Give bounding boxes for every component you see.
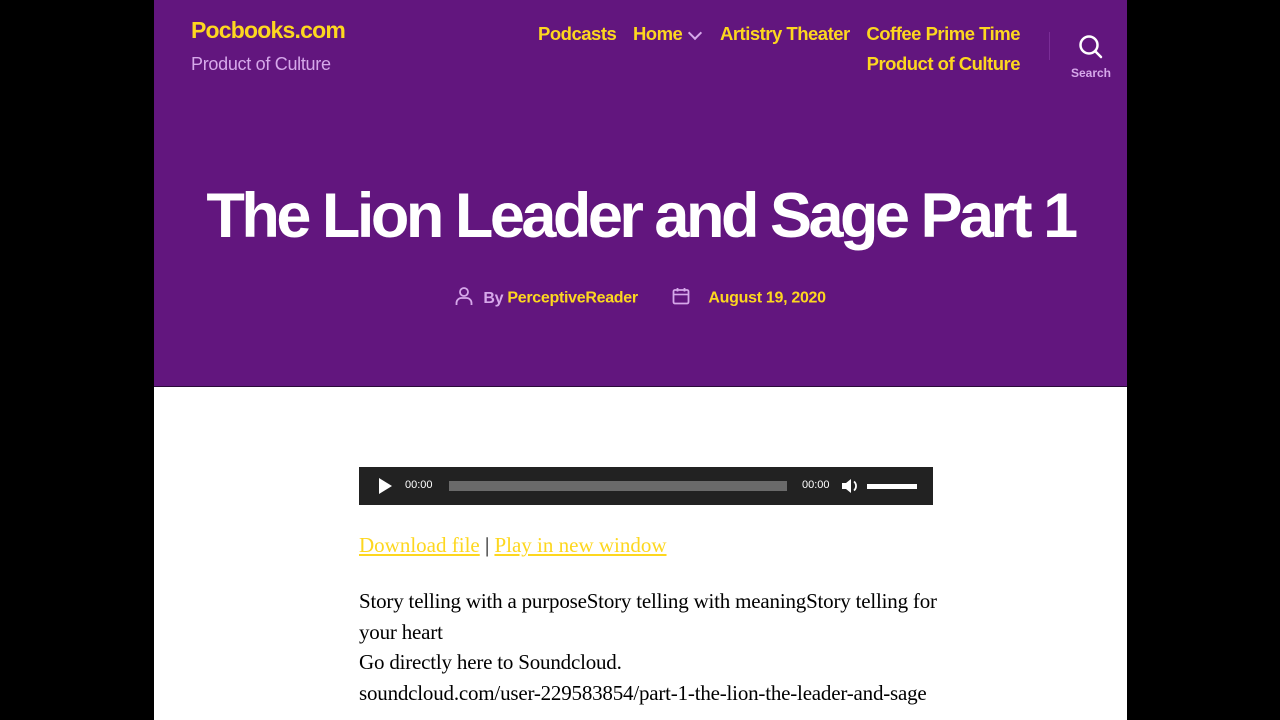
play-new-window-link[interactable]: Play in new window [494,533,666,557]
search-button[interactable]: Search [1066,34,1116,80]
progress-slider[interactable] [449,481,787,491]
audio-player: 00:00 00:00 [359,467,933,505]
search-label: Search [1070,66,1112,80]
nav-item-home[interactable]: Home [633,23,703,44]
site-title[interactable]: Pocbooks.com [191,17,346,44]
post-title: The Lion Leader and Sage Part 1 [206,181,1078,251]
play-button[interactable] [379,478,392,494]
nav-item-artistry-theater[interactable]: Artistry Theater [720,23,850,44]
calendar-icon [672,287,690,310]
post-body: Story telling with a purposeStory tellin… [359,586,949,708]
nav-divider [1049,32,1050,60]
podcast-links: Download file | Play in new window [359,530,949,560]
duration: 00:00 [802,479,830,491]
link-separator: | [484,533,490,557]
nav-item-coffee-prime-time[interactable]: Coffee Prime Time [866,23,1020,44]
by-label: By [483,289,504,307]
post-content: Download file | Play in new window Story… [359,530,949,708]
current-time: 00:00 [405,479,433,491]
nav-item-podcasts[interactable]: Podcasts [538,23,617,44]
user-icon [455,286,473,311]
page: Pocbooks.com Product of Culture Podcasts… [154,0,1127,720]
post-meta: By PerceptiveReader August 19, 2020 [154,286,1127,311]
primary-nav: Podcasts Home Artistry Theater Coffee Pr… [520,19,1020,79]
author-link[interactable]: PerceptiveReader [507,290,638,307]
post-date-link[interactable]: August 19, 2020 [708,290,826,307]
download-file-link[interactable]: Download file [359,533,480,557]
soundcloud-url-text: soundcloud.com/user-229583854/part-1-the… [359,680,927,705]
volume-slider[interactable] [867,484,917,489]
body-paragraph: Story telling with a purposeStory tellin… [359,589,937,644]
nav-item-home-label: Home [632,23,683,44]
search-icon [1079,35,1103,59]
site-header: Pocbooks.com Product of Culture Podcasts… [154,0,1127,387]
site-description: Product of Culture [191,54,331,74]
body-paragraph: Go directly here to Soundcloud. [359,650,622,674]
volume-icon[interactable] [841,477,861,495]
chevron-down-icon[interactable] [688,25,703,40]
nav-item-product-of-culture[interactable]: Product of Culture [867,53,1021,74]
